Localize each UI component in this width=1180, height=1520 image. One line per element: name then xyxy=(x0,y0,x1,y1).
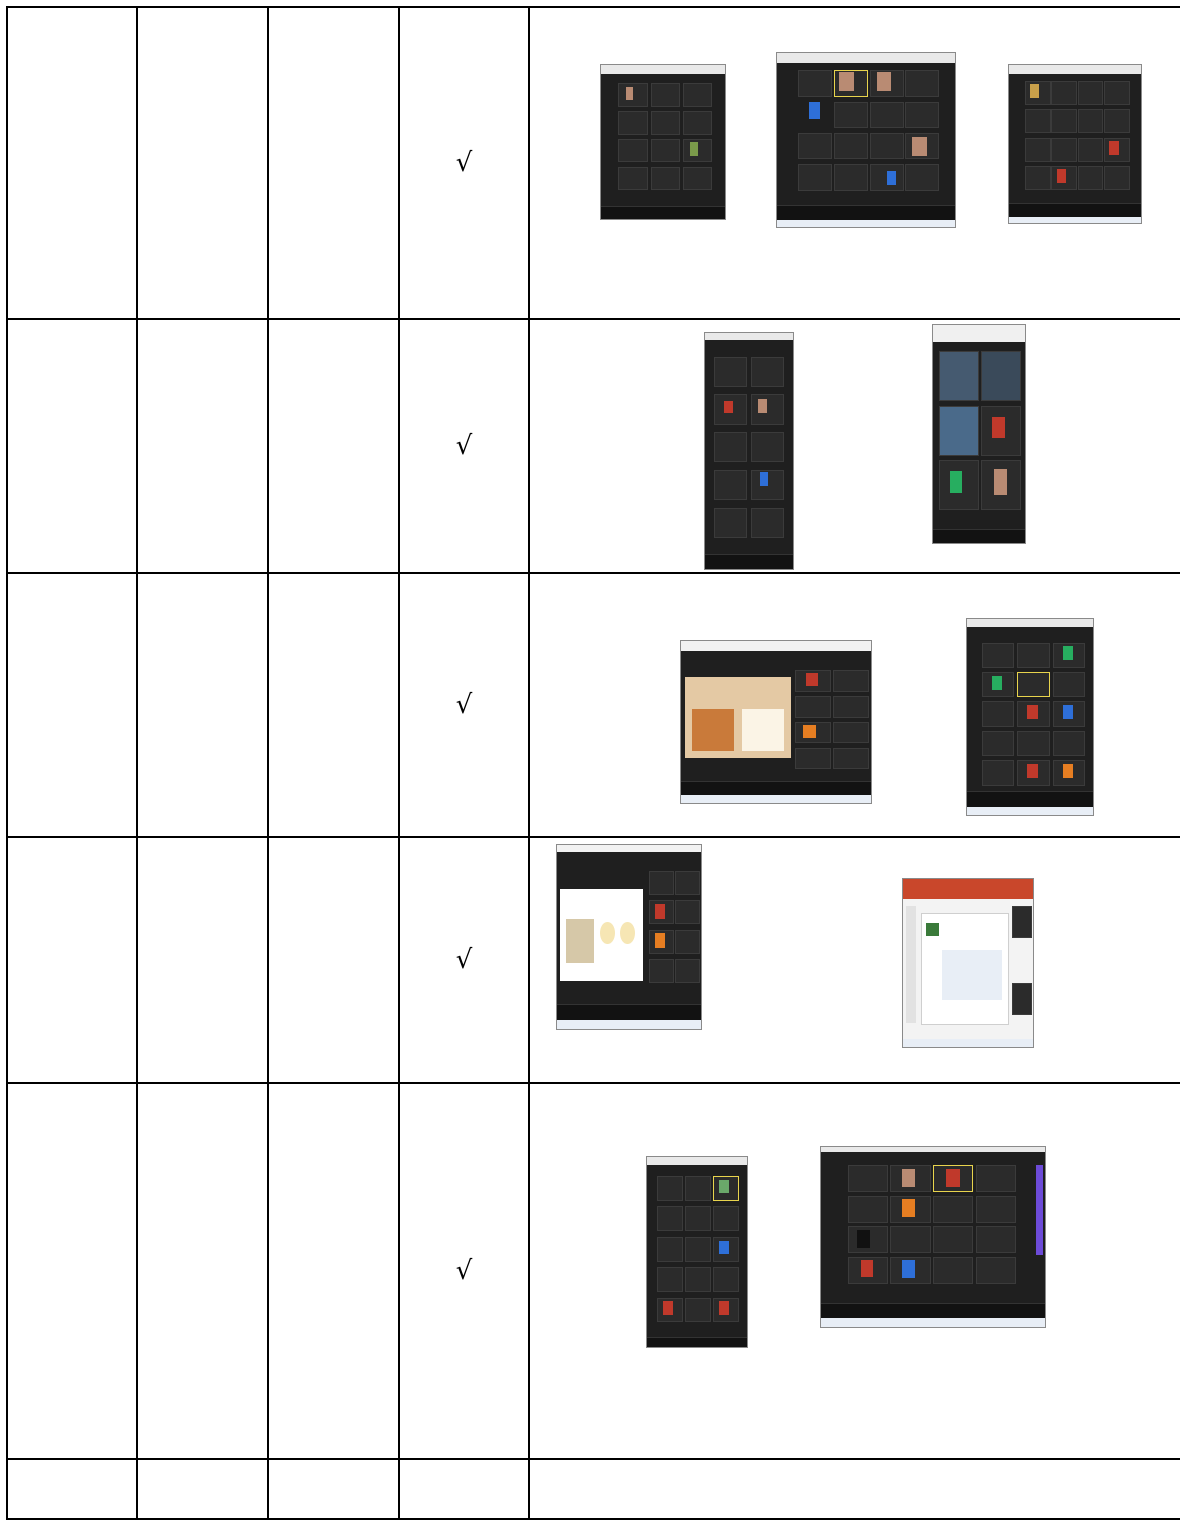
check-mark: √ xyxy=(398,6,530,320)
evidence-cell xyxy=(528,318,1180,574)
table-cell xyxy=(267,1082,400,1460)
evidence-cell xyxy=(528,1082,1180,1460)
document-page: √ √ √ √ √ xyxy=(0,0,1180,1520)
zoom-gallery-screenshot xyxy=(776,52,956,228)
check-mark: √ xyxy=(398,318,530,574)
zoom-gallery-screenshot xyxy=(966,618,1094,816)
check-mark: √ xyxy=(398,1082,530,1460)
zoom-gallery-screenshot xyxy=(1008,64,1142,224)
table-row: √ xyxy=(6,6,1180,320)
table-cell xyxy=(136,318,269,574)
table-cell xyxy=(136,836,269,1084)
evidence-cell xyxy=(528,836,1180,1084)
table-cell xyxy=(267,836,400,1084)
zoom-gallery-screenshot xyxy=(600,64,726,220)
table-row: √ xyxy=(6,318,1180,574)
check-mark xyxy=(398,1458,530,1520)
zoom-gallery-screenshot xyxy=(820,1146,1046,1328)
evidence-cell xyxy=(528,572,1180,838)
zoom-mobile-screenshot xyxy=(704,332,794,570)
evidence-cell xyxy=(528,1458,1180,1520)
table-cell xyxy=(6,318,138,574)
table-cell xyxy=(267,6,400,320)
evidence-cell xyxy=(528,6,1180,320)
check-mark: √ xyxy=(398,836,530,1084)
zoom-screenshare-screenshot xyxy=(556,844,702,1030)
powerpoint-screenshare-screenshot xyxy=(902,878,1034,1048)
table-cell xyxy=(267,1458,400,1520)
table-cell xyxy=(6,1082,138,1460)
table-cell xyxy=(136,1082,269,1460)
zoom-screenshare-screenshot xyxy=(680,640,872,804)
table-cell xyxy=(6,6,138,320)
check-mark: √ xyxy=(398,572,530,838)
table-cell xyxy=(6,836,138,1084)
table-cell xyxy=(136,572,269,838)
table-cell xyxy=(136,1458,269,1520)
table-row: √ xyxy=(6,572,1180,838)
table-cell xyxy=(136,6,269,320)
observation-table: √ √ √ √ √ xyxy=(6,6,1180,1520)
zoom-mobile-screenshot xyxy=(932,324,1026,544)
table-row: √ xyxy=(6,1082,1180,1460)
table-row: √ xyxy=(6,836,1180,1084)
zoom-mobile-screenshot xyxy=(646,1156,748,1348)
table-cell xyxy=(267,572,400,838)
table-cell xyxy=(6,572,138,838)
table-cell xyxy=(6,1458,138,1520)
table-cell xyxy=(267,318,400,574)
table-row xyxy=(6,1458,1180,1520)
